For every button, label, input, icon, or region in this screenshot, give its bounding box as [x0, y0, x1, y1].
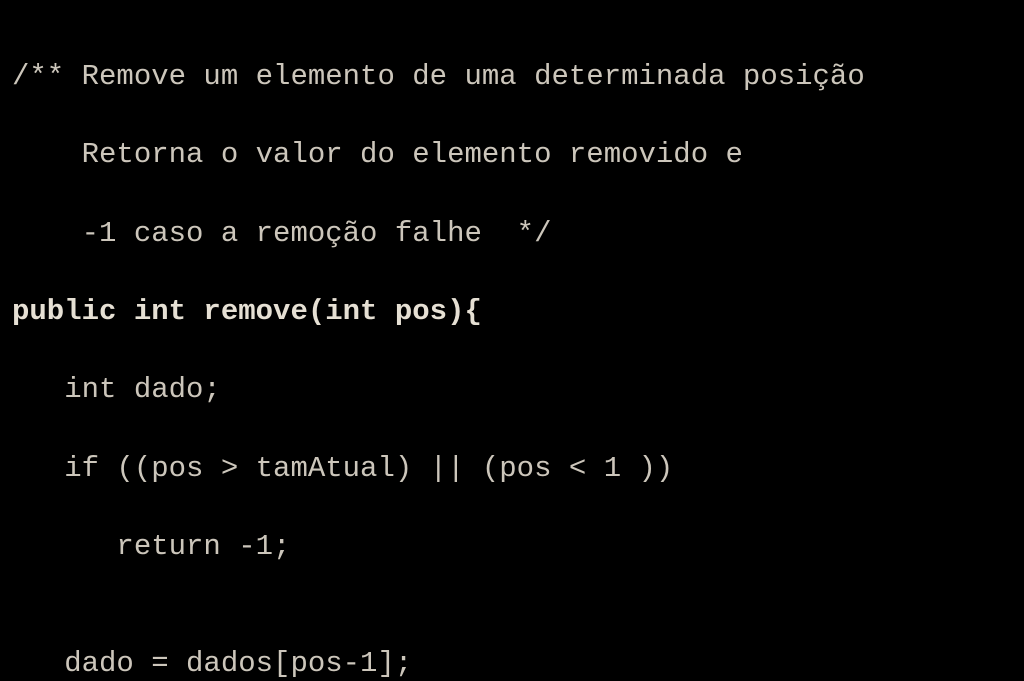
code-block: /** Remove um elemento de uma determinad… [0, 0, 1024, 681]
code-line: /** Remove um elemento de uma determinad… [12, 57, 1012, 96]
code-line: if ((pos > tamAtual) || (pos < 1 )) [12, 449, 1012, 488]
code-line: int dado; [12, 370, 1012, 409]
code-line: Retorna o valor do elemento removido e [12, 135, 1012, 174]
code-line-signature: public int remove(int pos){ [12, 292, 1012, 331]
code-line: return -1; [12, 527, 1012, 566]
code-line: -1 caso a remoção falhe */ [12, 214, 1012, 253]
code-line: dado = dados[pos-1]; [12, 644, 1012, 681]
